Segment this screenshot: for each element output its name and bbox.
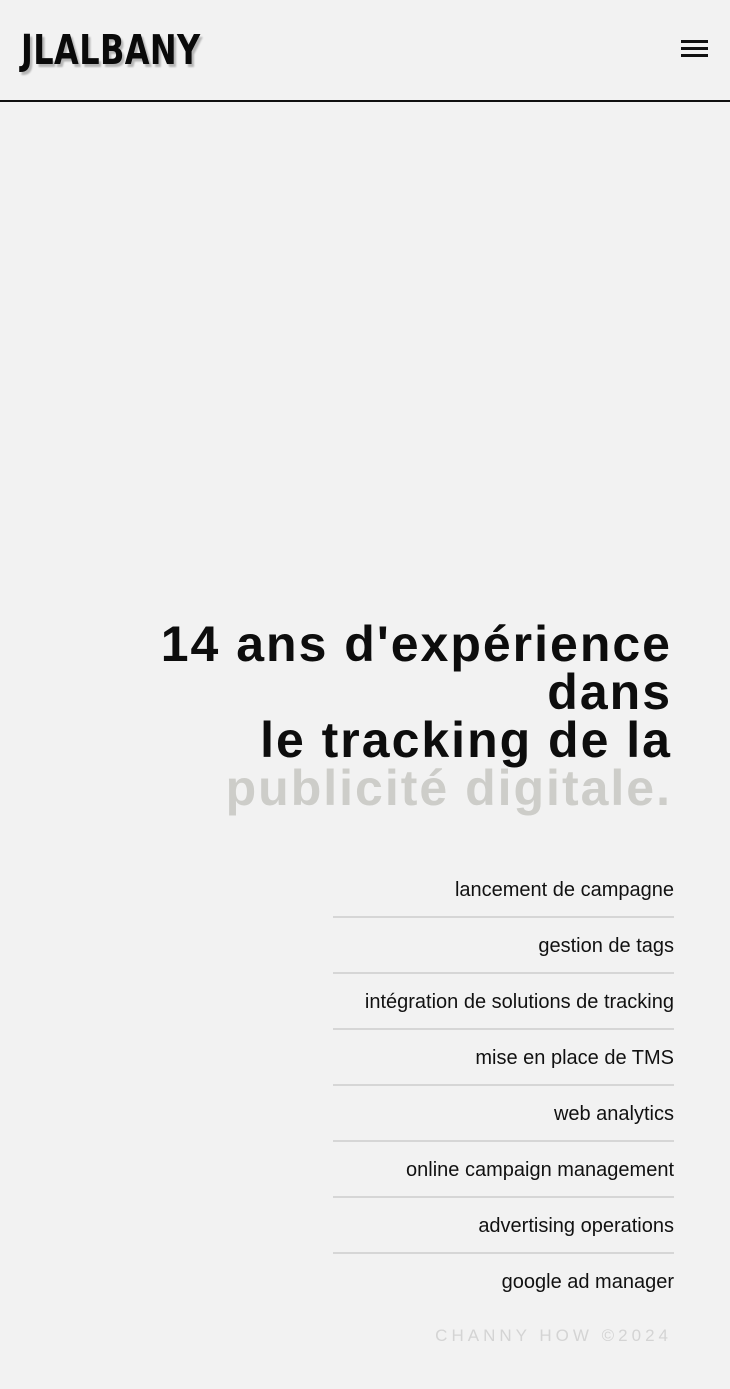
hero-heading: 14 ans d'expérience dans le tracking de … — [52, 616, 672, 816]
hero-line-3: le tracking de la — [260, 712, 672, 768]
hero-line-2: dans — [547, 664, 672, 720]
footer-credit: CHANNY HOW ©2024 — [435, 1326, 672, 1345]
site-header: JLALBANY — [0, 0, 730, 102]
service-item-google-ad-manager[interactable]: google ad manager — [333, 1254, 674, 1310]
site-logo[interactable]: JLALBANY — [21, 25, 201, 75]
service-item-tag-management[interactable]: gestion de tags — [333, 918, 674, 974]
menu-button[interactable] — [676, 34, 712, 64]
service-item-web-analytics[interactable]: web analytics — [333, 1086, 674, 1142]
service-item-tms-setup[interactable]: mise en place de TMS — [333, 1030, 674, 1086]
hero-line-1: 14 ans d'expérience — [160, 616, 672, 672]
service-item-online-campaign-management[interactable]: online campaign management — [333, 1142, 674, 1198]
hamburger-menu-icon — [681, 40, 708, 57]
hero-highlight: publicité digitale. — [225, 760, 672, 816]
service-item-tracking-integration[interactable]: intégration de solutions de tracking — [333, 974, 674, 1030]
service-item-advertising-operations[interactable]: advertising operations — [333, 1198, 674, 1254]
services-list: lancement de campagne gestion de tags in… — [333, 862, 674, 1310]
service-item-campaign-launch[interactable]: lancement de campagne — [333, 862, 674, 918]
